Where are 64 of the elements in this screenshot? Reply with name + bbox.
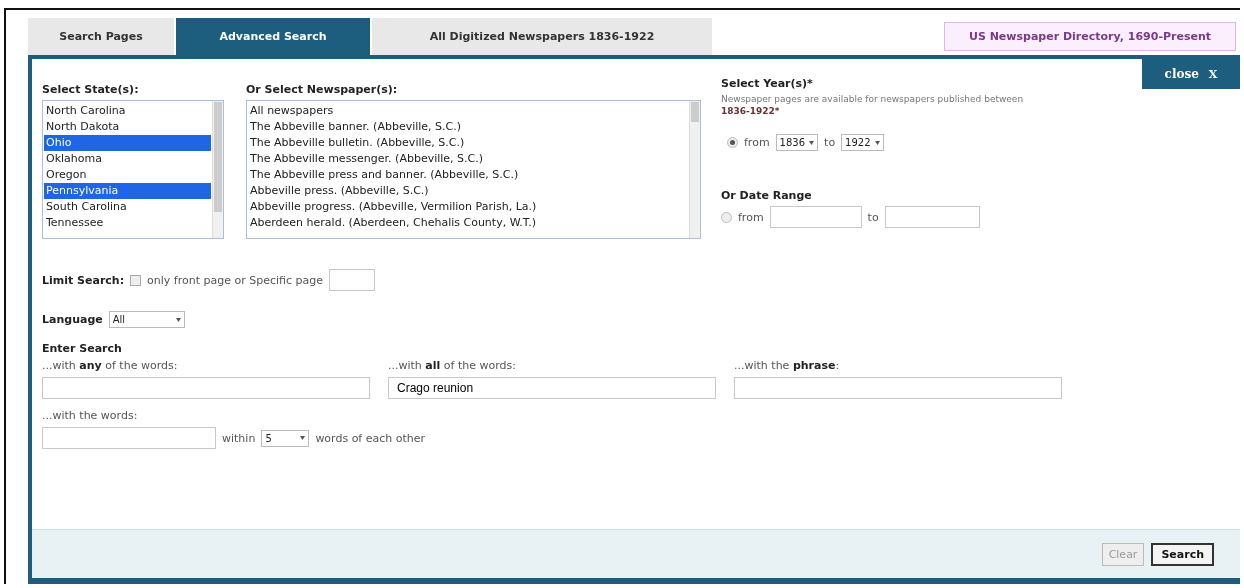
list-option[interactable]: Abbeville progress. (Abbeville, Vermilion Parish, La.) — [248, 199, 688, 215]
caret-icon — [300, 436, 306, 440]
list-option[interactable]: The Abbeville banner. (Abbeville, S.C.) — [248, 119, 688, 135]
within-suffix: words of each other — [315, 431, 426, 445]
list-option[interactable]: North Dakota — [44, 119, 211, 135]
directory-link[interactable]: US Newspaper Directory, 1690-Present — [943, 22, 1236, 51]
to-year-select[interactable]: 1922 — [841, 134, 884, 151]
search-field[interactable] — [42, 377, 370, 399]
within-label: within — [222, 431, 256, 445]
tab[interactable]: Advanced Search — [176, 18, 370, 55]
distance-select[interactable]: 5 — [261, 429, 310, 447]
search-field[interactable] — [734, 377, 1062, 399]
field-label: ...with the phrase: — [734, 359, 841, 372]
to-date-field[interactable] — [884, 206, 980, 228]
list-option[interactable]: Oklahoma — [44, 151, 211, 167]
field-label: ...with all of the words: — [388, 359, 517, 372]
list-option[interactable]: North Carolina — [44, 103, 211, 119]
language-select[interactable]: All — [108, 311, 185, 328]
checkbox[interactable] — [130, 274, 142, 286]
list-option[interactable]: All newspapers — [248, 103, 688, 119]
from-label: from — [738, 210, 764, 224]
list-option[interactable]: Abbeville press. (Abbeville, S.C.) — [248, 183, 688, 199]
radio-button[interactable] — [727, 137, 738, 148]
caret-icon — [175, 317, 181, 322]
state-label: Select State(s): — [42, 83, 140, 96]
close-button[interactable]: close X — [1142, 59, 1240, 89]
caret-icon — [809, 140, 815, 145]
from-date-field[interactable] — [769, 206, 862, 228]
newspaper-label: Or Select Newspaper(s): — [246, 83, 399, 96]
tab[interactable]: Search Pages — [28, 18, 174, 55]
scrollbar[interactable] — [212, 101, 223, 238]
date-range-label: Or Date Range — [721, 189, 813, 202]
words-field[interactable] — [42, 427, 216, 449]
state-list[interactable]: North Carolina North Dakota Ohio Oklahoma Oregon Pennsylvania South Carolina Tennessee — [42, 100, 224, 239]
list-option[interactable]: Ohio — [44, 135, 211, 151]
list-option[interactable]: Pennsylvania — [44, 183, 211, 199]
list-option[interactable]: The Abbeville bulletin. (Abbeville, S.C.) — [248, 135, 688, 151]
from-year-select[interactable]: 1836 — [775, 134, 819, 151]
list-option[interactable]: Tennessee — [44, 215, 211, 231]
list-option[interactable]: Aberdeen herald. (Aberdeen, Chehalis County, W.T.) — [248, 215, 688, 231]
search-button[interactable]: Search — [1151, 542, 1214, 566]
newspaper-list[interactable] — [246, 100, 701, 239]
list-option[interactable]: The Abbeville press and banner. (Abbeville, S.C.) — [248, 167, 688, 183]
tab[interactable]: All Digitized Newspapers 1836-1922 — [372, 18, 712, 55]
year-label: Select Year(s)* — [721, 77, 814, 90]
year-note: Newspaper pages are available for newspapers published between — [721, 94, 1025, 104]
language-label: Language — [42, 313, 103, 326]
field-label: ...with the words: — [42, 409, 139, 422]
radio-button[interactable] — [721, 211, 732, 223]
year-range-note: 1836-1922* — [721, 106, 781, 116]
to-label: to — [824, 136, 836, 149]
scrollbar[interactable] — [689, 101, 700, 238]
search-field[interactable]: Crago reunion — [388, 377, 716, 399]
limit-label: Limit Search: — [42, 273, 125, 287]
caret-icon — [874, 140, 880, 145]
list-option[interactable]: Oregon — [44, 167, 211, 183]
field-label: ...with any of the words: — [42, 359, 179, 372]
page-field[interactable] — [329, 269, 376, 291]
limit-text: only front page or Specific page — [147, 273, 324, 287]
to-label: to — [867, 210, 879, 224]
list-option[interactable]: South Carolina — [44, 199, 211, 215]
enter-search-label: Enter Search — [42, 342, 123, 355]
from-label: from — [744, 136, 770, 149]
list-option[interactable]: The Abbeville messenger. (Abbeville, S.C.) — [248, 151, 688, 167]
